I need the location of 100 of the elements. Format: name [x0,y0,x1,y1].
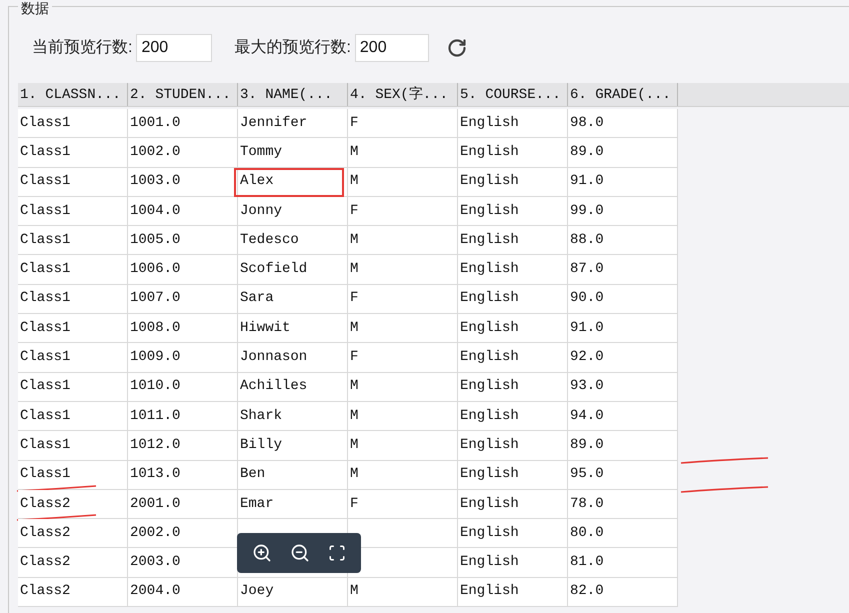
table-cell: M [348,138,458,168]
table-cell: 89.0 [568,431,678,461]
table-cell: 81.0 [568,548,678,578]
table-cell: Class2 [18,490,128,520]
table-cell: English [458,460,568,490]
group-title: 数据 [18,0,52,16]
table-cell: Tedesco [238,226,348,256]
column-header[interactable]: 6. GRADE(... [568,83,678,106]
table-cell: 80.0 [568,519,678,548]
table-cell: Class1 [18,138,128,168]
table-cell: English [458,548,568,578]
table-cell: 2003.0 [128,548,238,578]
table-cell: Class1 [18,196,128,226]
table-cell: Jonnason [238,343,348,373]
table-cell: Class1 [18,109,128,138]
table-cell: F [348,196,458,226]
table-cell: Ben [238,460,348,490]
table-cell: English [458,490,568,520]
refresh-icon[interactable] [446,38,467,58]
table-cell: 1003.0 [128,168,238,197]
table-cell: English [458,196,568,226]
table-cell: English [458,255,568,285]
table-cell: 90.0 [568,284,678,314]
table-cell: 94.0 [568,402,678,432]
table-cell: 1009.0 [128,343,238,373]
table-cell: M [348,255,458,285]
column-header[interactable]: 4. SEX(字... [348,83,458,106]
table-cell: 2001.0 [128,490,238,520]
table-cell: 1008.0 [128,314,238,344]
table-cell: 92.0 [568,343,678,373]
table-cell: English [458,519,568,548]
table-cell: Class1 [18,284,128,314]
table-cell: English [458,138,568,168]
table-cell: Achilles [238,372,348,402]
table-cell: 93.0 [568,372,678,402]
fit-icon[interactable] [328,544,346,562]
table-cell: 2004.0 [128,578,238,608]
table-cell: M [348,372,458,402]
current-rows-field[interactable]: 200 [136,34,212,62]
table-cell: 1002.0 [128,138,238,168]
zoom-out-icon[interactable] [290,543,310,563]
table-cell: 1001.0 [128,109,238,138]
table-cell: English [458,372,568,402]
table-cell: Joey [238,578,348,608]
table-cell: Jennifer [238,109,348,138]
table-cell: English [458,226,568,256]
table-cell: F [348,109,458,138]
table-cell: M [348,402,458,432]
table-cell: Class1 [18,402,128,432]
max-rows-label: 最大的预览行数: [234,38,351,58]
table-cell: 82.0 [568,578,678,608]
table-cell: Billy [238,431,348,461]
table-cell: Hiwwit [238,314,348,344]
table-cell: 87.0 [568,255,678,285]
current-rows-label: 当前预览行数: [32,38,132,58]
table-cell: 1012.0 [128,431,238,461]
table-cell: 1007.0 [128,284,238,314]
table-cell: Class2 [18,519,128,548]
table-cell: F [348,343,458,373]
table-cell: 88.0 [568,226,678,256]
table-cell: English [458,578,568,608]
table-cell: Class2 [18,578,128,608]
table-cell: 1010.0 [128,372,238,402]
table-cell: Tommy [238,138,348,168]
column-header[interactable]: 1. CLASSN... [18,83,128,106]
table-cell: Class1 [18,431,128,461]
table-cell: English [458,109,568,138]
table-cell: 95.0 [568,460,678,490]
max-rows-field[interactable]: 200 [354,34,429,62]
table-cell: 1006.0 [128,255,238,285]
column-header[interactable]: 5. COURSE... [458,83,568,106]
table-cell: 78.0 [568,490,678,520]
table-cell: English [458,343,568,373]
table-cell: Class1 [18,168,128,197]
table-cell: English [458,314,568,344]
table-cell: Class1 [18,314,128,344]
table-cell: 98.0 [568,109,678,138]
table-cell: F [348,490,458,520]
table-cell: M [348,431,458,461]
table-cell: 99.0 [568,196,678,226]
table-cell: English [458,284,568,314]
table-cell: Class1 [18,255,128,285]
zoom-in-icon[interactable] [252,543,272,563]
table-cell: M [348,314,458,344]
table-cell: 1004.0 [128,196,238,226]
column-header[interactable]: 3. NAME(... [238,83,348,106]
table-cell: Jonny [238,196,348,226]
table-cell: Class1 [18,343,128,373]
column-header[interactable]: 2. STUDEN... [128,83,238,106]
table-cell: English [458,402,568,432]
table-cell: English [458,431,568,461]
table-cell: M [348,460,458,490]
table-cell: Class1 [18,226,128,256]
table-cell: 1005.0 [128,226,238,256]
table-cell: M [348,578,458,608]
table-cell: Sara [238,284,348,314]
table-cell: 91.0 [568,168,678,197]
table-cell: Class1 [18,372,128,402]
table-cell: Class1 [18,460,128,490]
table-cell: Class2 [18,548,128,578]
